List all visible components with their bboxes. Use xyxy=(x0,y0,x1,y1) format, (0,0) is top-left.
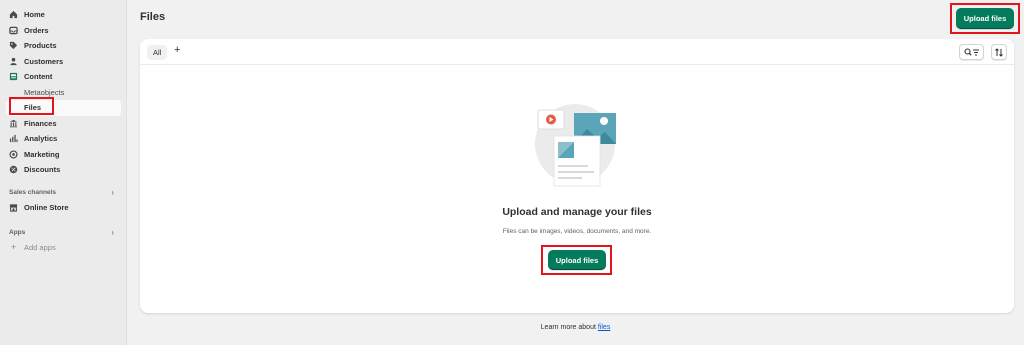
add-apps-label: Add apps xyxy=(24,242,56,252)
apps-header[interactable]: Apps › xyxy=(0,225,126,239)
add-view-button[interactable]: + xyxy=(174,44,180,56)
chevron-right-icon: › xyxy=(111,227,114,237)
highlight-files-nav xyxy=(9,97,54,115)
upload-files-header-button[interactable]: Upload files xyxy=(956,8,1014,29)
discount-icon xyxy=(9,165,18,174)
sidebar-item-label: Online Store xyxy=(24,202,69,212)
footer-text: Learn more about xyxy=(540,324,596,331)
search-filter-button[interactable] xyxy=(959,44,984,60)
sidebar-item-analytics[interactable]: Analytics xyxy=(0,131,126,147)
home-icon xyxy=(9,10,18,19)
upload-files-center-button[interactable]: Upload files xyxy=(548,250,606,270)
chevron-right-icon: › xyxy=(111,188,114,197)
sort-button[interactable] xyxy=(991,44,1007,60)
sidebar-item-home[interactable]: Home xyxy=(0,7,126,23)
empty-state-title: Upload and manage your files xyxy=(502,206,652,218)
orders-icon xyxy=(9,26,18,35)
store-icon xyxy=(9,203,18,212)
sidebar-item-orders[interactable]: Orders xyxy=(0,23,126,39)
sidebar-item-content[interactable]: Content xyxy=(0,69,126,85)
sidebar-item-online-store[interactable]: Online Store xyxy=(0,200,126,216)
sidebar: Home Orders Products Customers Content M… xyxy=(0,0,127,345)
footer-help: Learn more about files xyxy=(0,324,1024,331)
sidebar-item-label: Home xyxy=(24,10,45,20)
tab-bar: All + xyxy=(140,39,1014,65)
sidebar-item-label: Customers xyxy=(24,56,64,66)
files-help-link[interactable]: files xyxy=(598,324,610,331)
sidebar-item-label: Marketing xyxy=(24,149,60,159)
files-illustration-icon xyxy=(535,104,616,187)
target-icon xyxy=(9,150,18,159)
sidebar-item-label: Analytics xyxy=(24,134,58,144)
content-icon xyxy=(9,72,18,81)
sidebar-item-discounts[interactable]: Discounts xyxy=(0,162,126,178)
sidebar-item-label: Content xyxy=(24,72,53,82)
sales-channels-label: Sales channels xyxy=(9,189,56,196)
sales-channels-header[interactable]: Sales channels › xyxy=(0,186,126,200)
empty-state-description: Files can be images, videos, documents, … xyxy=(502,228,652,235)
sidebar-item-marketing[interactable]: Marketing xyxy=(0,147,126,163)
sidebar-item-customers[interactable]: Customers xyxy=(0,54,126,70)
sidebar-item-products[interactable]: Products xyxy=(0,38,126,54)
sidebar-item-finances[interactable]: Finances xyxy=(0,116,126,132)
person-icon xyxy=(9,57,18,66)
tab-all[interactable]: All xyxy=(147,45,168,60)
sidebar-item-label: Orders xyxy=(24,25,49,35)
apps-label: Apps xyxy=(9,228,26,236)
sort-icon xyxy=(995,47,1003,57)
bank-icon xyxy=(9,119,18,128)
add-apps-button[interactable]: + Add apps xyxy=(0,239,126,255)
sidebar-item-label: Products xyxy=(24,41,57,51)
search-filter-icon xyxy=(963,47,979,56)
sidebar-item-label: Discounts xyxy=(24,165,61,175)
sidebar-item-label: Finances xyxy=(24,118,57,128)
plus-icon: + xyxy=(10,242,17,252)
chart-icon xyxy=(9,134,18,143)
tag-icon xyxy=(9,41,18,50)
page-title: Files xyxy=(140,11,166,23)
